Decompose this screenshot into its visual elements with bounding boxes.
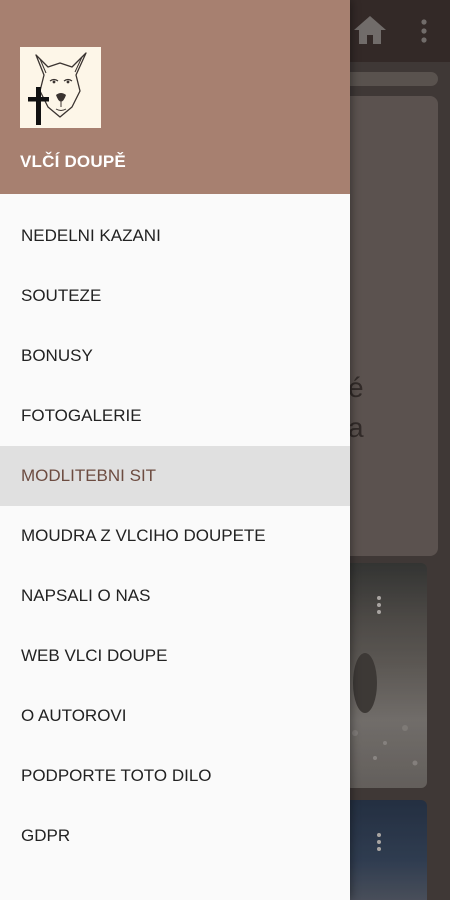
menu-item-modlitebni-sit[interactable]: MODLITEBNI SIT xyxy=(0,446,350,506)
wolf-with-cross-logo xyxy=(20,47,101,128)
menu-item-moudra[interactable]: MOUDRA Z VLCIHO DOUPETE xyxy=(0,506,350,566)
menu-item-web-vlci-doupe[interactable]: WEB VLCI DOUPE xyxy=(0,626,350,686)
menu-item-gdpr[interactable]: GDPR xyxy=(0,806,350,866)
menu-item-nedelni-kazani[interactable]: NEDELNI KAZANI xyxy=(0,206,350,266)
drawer-menu: NEDELNI KAZANI SOUTEZE BONUSY FOTOGALERI… xyxy=(0,206,350,866)
drawer-header: VLČÍ DOUPĚ xyxy=(0,0,350,194)
menu-item-bonusy[interactable]: BONUSY xyxy=(0,326,350,386)
menu-item-o-autorovi[interactable]: O AUTOROVI xyxy=(0,686,350,746)
navigation-drawer: VLČÍ DOUPĚ NEDELNI KAZANI SOUTEZE BONUSY… xyxy=(0,0,350,900)
menu-item-podporte-toto-dilo[interactable]: PODPORTE TOTO DILO xyxy=(0,746,350,806)
menu-item-souteze[interactable]: SOUTEZE xyxy=(0,266,350,326)
menu-item-napsali-o-nas[interactable]: NAPSALI O NAS xyxy=(0,566,350,626)
drawer-title: VLČÍ DOUPĚ xyxy=(20,152,126,171)
menu-item-fotogalerie[interactable]: FOTOGALERIE xyxy=(0,386,350,446)
app-logo xyxy=(20,47,101,128)
